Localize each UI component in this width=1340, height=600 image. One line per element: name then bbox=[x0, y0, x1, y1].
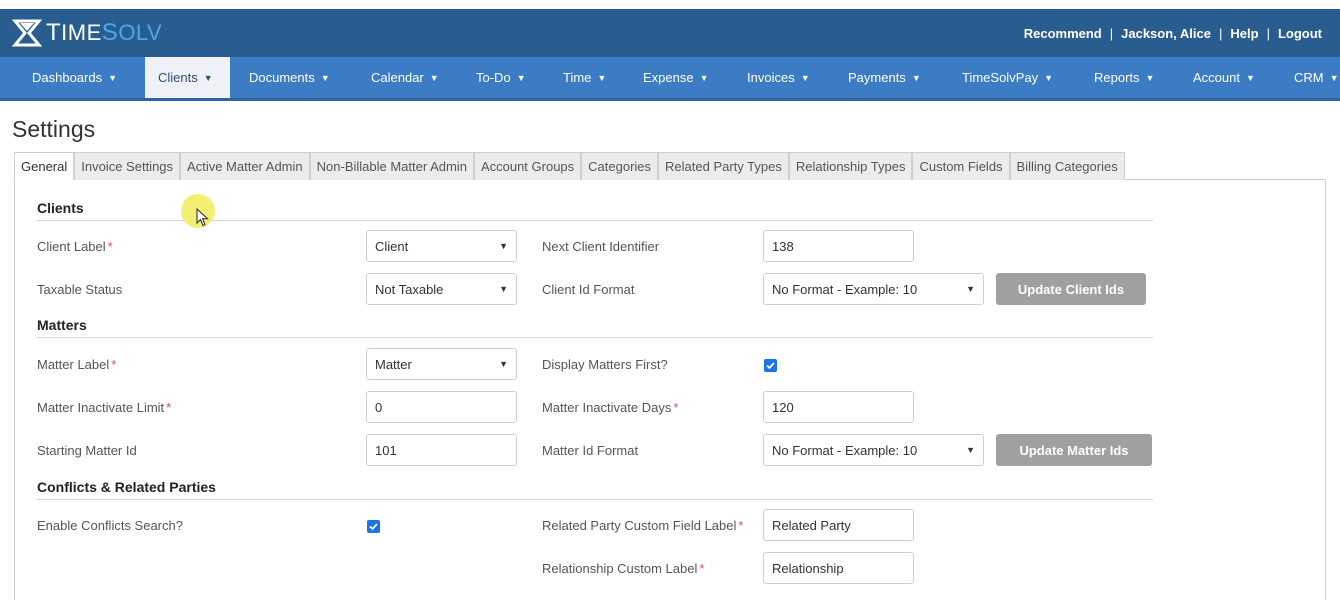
related-party-custom-field-label-label: Related Party Custom Field Label * bbox=[542, 518, 744, 533]
matter-id-format-label: Matter Id Format bbox=[542, 443, 639, 458]
display-matters-first-checkbox[interactable] bbox=[764, 359, 777, 372]
dropdown-arrow-icon: ▼ bbox=[966, 445, 975, 455]
caret-down-icon: ▼ bbox=[1145, 73, 1155, 83]
logout-link[interactable]: Logout bbox=[1278, 26, 1322, 41]
clients-heading: Clients bbox=[37, 200, 84, 216]
mouse-pointer-icon bbox=[196, 208, 209, 227]
nav-dashboards[interactable]: Dashboards ▼ bbox=[20, 57, 129, 98]
separator: | bbox=[1109, 25, 1114, 41]
caret-down-icon: ▼ bbox=[203, 73, 213, 83]
relationship-custom-label-input[interactable]: Relationship bbox=[763, 552, 914, 584]
related-party-custom-field-label-input[interactable]: Related Party bbox=[763, 509, 914, 541]
matter-label-label: Matter Label * bbox=[37, 357, 117, 372]
divider bbox=[37, 499, 1153, 500]
nav-calendar[interactable]: Calendar ▼ bbox=[359, 57, 451, 98]
dropdown-arrow-icon: ▼ bbox=[966, 284, 975, 294]
client-label-label: Client Label * bbox=[37, 239, 113, 254]
matter-label-select[interactable]: Matter ▼ bbox=[366, 348, 517, 380]
logo-wordmark: TIMESOLV bbox=[46, 19, 163, 46]
tab-relationship-types[interactable]: Relationship Types bbox=[788, 152, 913, 180]
help-link[interactable]: Help bbox=[1230, 26, 1258, 41]
top-bar: TIMESOLV Recommend | Jackson, Alice | He… bbox=[0, 9, 1340, 57]
nav-payments[interactable]: Payments ▼ bbox=[836, 57, 933, 98]
taxable-status-select[interactable]: Not Taxable ▼ bbox=[366, 273, 517, 305]
matter-id-format-select[interactable]: No Format - Example: 10 ▼ bbox=[763, 434, 984, 466]
timesolv-logo[interactable]: TIMESOLV bbox=[12, 15, 162, 51]
dropdown-arrow-icon: ▼ bbox=[499, 284, 508, 294]
update-client-ids-button[interactable]: Update Client Ids bbox=[996, 273, 1146, 305]
settings-panel bbox=[14, 179, 1326, 600]
matter-inactivate-days-input[interactable]: 120 bbox=[763, 391, 914, 423]
user-name-link[interactable]: Jackson, Alice bbox=[1121, 26, 1211, 41]
display-matters-first-label: Display Matters First? bbox=[542, 357, 668, 372]
hourglass-logo-icon bbox=[12, 19, 42, 47]
tab-related-party-types[interactable]: Related Party Types bbox=[658, 152, 789, 180]
matters-heading: Matters bbox=[37, 317, 87, 333]
nav-account[interactable]: Account ▼ bbox=[1181, 57, 1267, 98]
caret-down-icon: ▼ bbox=[108, 73, 118, 83]
matter-inactivate-limit-input[interactable]: 0 bbox=[366, 391, 517, 423]
caret-down-icon: ▼ bbox=[1044, 73, 1054, 83]
caret-down-icon: ▼ bbox=[516, 73, 526, 83]
enable-conflicts-search-label: Enable Conflicts Search? bbox=[37, 518, 183, 533]
nav-documents[interactable]: Documents ▼ bbox=[237, 57, 342, 98]
main-nav: Dashboards ▼ Clients ▼ Documents ▼ Calendar… bbox=[0, 57, 1340, 101]
nav-todo[interactable]: To-Do ▼ bbox=[464, 57, 538, 98]
caret-down-icon: ▼ bbox=[911, 73, 921, 83]
settings-tabs: General Invoice Settings Active Matter A… bbox=[14, 152, 1125, 180]
client-id-format-select[interactable]: No Format - Example: 10 ▼ bbox=[763, 273, 984, 305]
tab-account-groups[interactable]: Account Groups bbox=[473, 152, 582, 180]
caret-down-icon: ▼ bbox=[429, 73, 439, 83]
tab-active-matter-admin[interactable]: Active Matter Admin bbox=[180, 152, 310, 180]
tab-general[interactable]: General bbox=[14, 152, 75, 180]
client-id-format-label: Client Id Format bbox=[542, 282, 635, 297]
separator: | bbox=[1219, 25, 1223, 41]
checkmark-icon bbox=[766, 362, 775, 370]
nav-invoices[interactable]: Invoices ▼ bbox=[735, 57, 822, 98]
starting-matter-id-input[interactable]: 101 bbox=[366, 434, 517, 466]
tab-invoice-settings[interactable]: Invoice Settings bbox=[74, 152, 181, 180]
page-title: Settings bbox=[12, 116, 96, 142]
caret-down-icon: ▼ bbox=[699, 73, 709, 83]
caret-down-icon: ▼ bbox=[597, 73, 607, 83]
caret-down-icon: ▼ bbox=[1245, 73, 1255, 83]
relationship-custom-label-label: Relationship Custom Label * bbox=[542, 561, 705, 576]
next-client-identifier-input[interactable]: 138 bbox=[763, 230, 914, 262]
divider bbox=[37, 337, 1153, 338]
nav-timesolvpay[interactable]: TimeSolvPay ▼ bbox=[950, 57, 1065, 98]
matter-inactivate-limit-label: Matter Inactivate Limit * bbox=[37, 400, 172, 415]
tab-billing-categories[interactable]: Billing Categories bbox=[1009, 152, 1125, 180]
caret-down-icon: ▼ bbox=[320, 73, 330, 83]
matter-inactivate-days-label: Matter Inactivate Days * bbox=[542, 400, 679, 415]
next-client-identifier-label: Next Client Identifier bbox=[542, 239, 660, 254]
conflicts-heading: Conflicts & Related Parties bbox=[37, 479, 216, 495]
caret-down-icon: ▼ bbox=[800, 73, 810, 83]
dropdown-arrow-icon: ▼ bbox=[499, 359, 508, 369]
tab-non-billable-matter-admin[interactable]: Non-Billable Matter Admin bbox=[309, 152, 474, 180]
nav-reports[interactable]: Reports ▼ bbox=[1082, 57, 1166, 98]
user-links: Recommend | Jackson, Alice | Help | Logo… bbox=[1024, 9, 1322, 57]
dropdown-arrow-icon: ▼ bbox=[499, 241, 508, 251]
enable-conflicts-search-checkbox[interactable] bbox=[367, 520, 380, 533]
nav-clients[interactable]: Clients ▼ bbox=[145, 57, 230, 98]
caret-down-icon: ▼ bbox=[1329, 73, 1339, 83]
tab-custom-fields[interactable]: Custom Fields bbox=[912, 152, 1010, 180]
starting-matter-id-label: Starting Matter Id bbox=[37, 443, 137, 458]
client-label-select[interactable]: Client ▼ bbox=[366, 230, 517, 262]
taxable-status-label: Taxable Status bbox=[37, 282, 123, 297]
nav-crm[interactable]: CRM ▼ bbox=[1282, 57, 1339, 98]
separator: | bbox=[1266, 25, 1270, 41]
update-matter-ids-button[interactable]: Update Matter Ids bbox=[996, 434, 1152, 466]
checkmark-icon bbox=[369, 523, 378, 531]
recommend-link[interactable]: Recommend bbox=[1024, 26, 1102, 41]
nav-time[interactable]: Time ▼ bbox=[551, 57, 618, 98]
tab-categories[interactable]: Categories bbox=[581, 152, 659, 180]
nav-expense[interactable]: Expense ▼ bbox=[631, 57, 721, 98]
